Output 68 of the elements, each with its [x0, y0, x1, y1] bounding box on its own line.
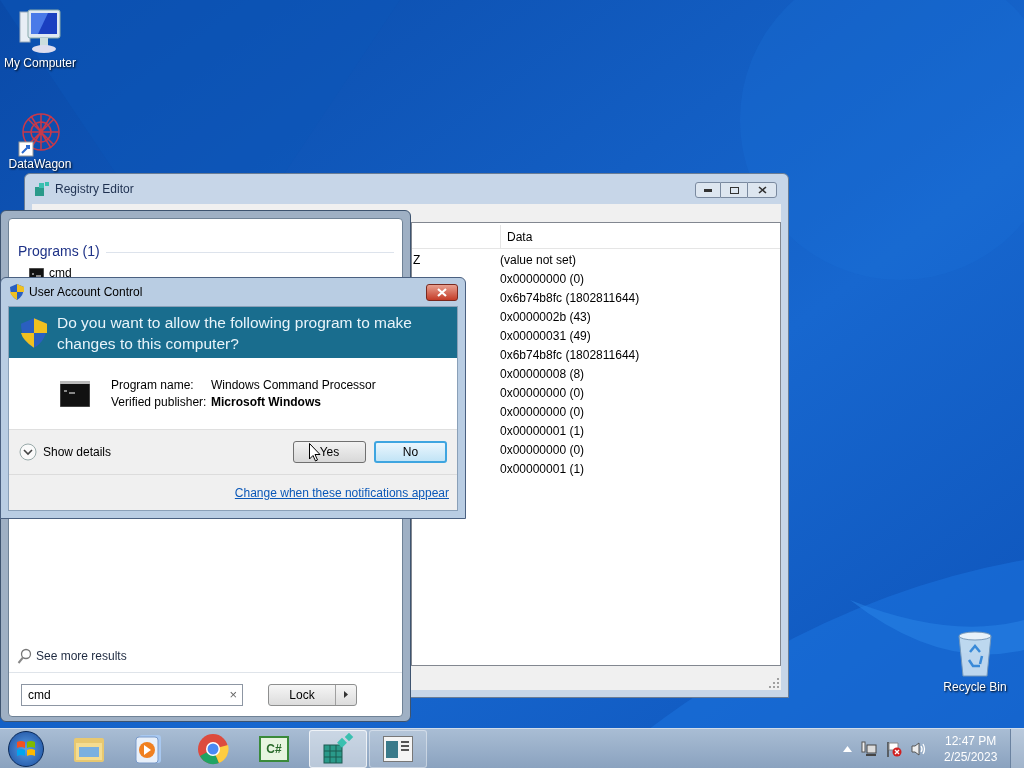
table-cell-text: 0x00000000 (0): [500, 384, 586, 402]
cursor-icon: [309, 443, 321, 462]
console-icon: [60, 380, 90, 407]
change-notifications-link[interactable]: Change when these notifications appear: [234, 483, 449, 502]
recycle-bin-icon[interactable]: [956, 630, 994, 678]
table-cell-text: 0x0000002b (43): [500, 308, 592, 326]
show-details-toggle[interactable]: Show details: [19, 443, 112, 461]
start-button[interactable]: [8, 731, 44, 767]
table-cell-text: 0x00000000 (0): [500, 441, 586, 459]
window-icon: [383, 736, 413, 762]
arrow-right-icon: [344, 691, 348, 698]
field-label: Program name:: [111, 376, 195, 394]
shield-icon: [21, 317, 47, 348]
network-icon[interactable]: [861, 741, 877, 757]
flag-icon[interactable]: [886, 741, 902, 757]
table-cell-text: 0x6b74b8fc (1802811644): [500, 346, 641, 364]
network-graph-icon[interactable]: [17, 110, 63, 158]
taskbar-app-button[interactable]: [369, 730, 427, 768]
browser-icon: [197, 733, 229, 765]
no-button[interactable]: No: [374, 441, 447, 463]
field-value: Microsoft Windows: [211, 393, 322, 411]
table-cell-text: 0x00000001 (1): [500, 460, 586, 478]
window-title: Registry Editor: [55, 181, 134, 198]
shield-icon: [10, 284, 24, 300]
table-cell-text: 0x00000031 (49): [500, 327, 592, 345]
table-cell-text: (value not set): [500, 251, 578, 269]
search-field[interactable]: cmd ×: [21, 683, 243, 706]
icon-label: Recycle Bin: [943, 679, 1007, 696]
close-icon: [437, 287, 447, 297]
question-text: Do you want to allow the following program to make changes to this computer?: [57, 312, 413, 354]
resize-grip-icon: [769, 678, 779, 688]
field-label: Verified publisher:: [111, 393, 208, 411]
folder-icon: [73, 735, 105, 763]
table-cell-text: Z: [412, 251, 422, 269]
icon-label: My Computer: [4, 55, 76, 72]
search-icon: [17, 648, 32, 664]
windows-logo-icon: [16, 739, 36, 759]
code-editor-icon: C#: [259, 736, 289, 762]
table-cell-text: 0x00000000 (0): [500, 403, 586, 421]
table-cell-text: 0x6b74b8fc (1802811644): [500, 289, 641, 307]
dialog-title: User Account Control: [29, 284, 143, 301]
maximize-button[interactable]: [721, 182, 747, 198]
close-button[interactable]: [747, 182, 777, 198]
table-cell-text: 0x00000001 (1): [500, 422, 586, 440]
cubes-icon: [322, 733, 354, 765]
see-more-results-link[interactable]: See more results: [9, 645, 127, 667]
taskbar-app-button[interactable]: C#: [245, 730, 303, 768]
media-player-icon: [135, 734, 163, 764]
clock-date: 2/25/2023: [944, 749, 998, 765]
speaker-icon[interactable]: [911, 741, 927, 757]
column-header[interactable]: Data: [500, 225, 780, 248]
clock-time: 12:47 PM: [945, 733, 997, 749]
table-cell-text: 0x00000008 (8): [500, 365, 586, 383]
cubes-icon: [34, 181, 50, 197]
close-icon: [757, 186, 767, 194]
maximize-icon: [729, 186, 739, 194]
taskbar-app-button[interactable]: [309, 730, 367, 768]
minimize-button[interactable]: [695, 182, 721, 198]
table-cell-text: 0x00000000 (0): [500, 270, 586, 288]
minimize-icon: [704, 188, 712, 192]
field-value: Windows Command Processor: [211, 376, 376, 394]
section-heading: Programs (1): [18, 242, 100, 261]
icon-label: DataWagon: [8, 158, 72, 171]
yes-button[interactable]: Yes: [293, 441, 366, 463]
close-button[interactable]: [426, 283, 458, 301]
clear-search-button[interactable]: ×: [229, 684, 237, 705]
chevron-down-icon: [19, 443, 37, 461]
computer-icon[interactable]: [18, 8, 62, 54]
